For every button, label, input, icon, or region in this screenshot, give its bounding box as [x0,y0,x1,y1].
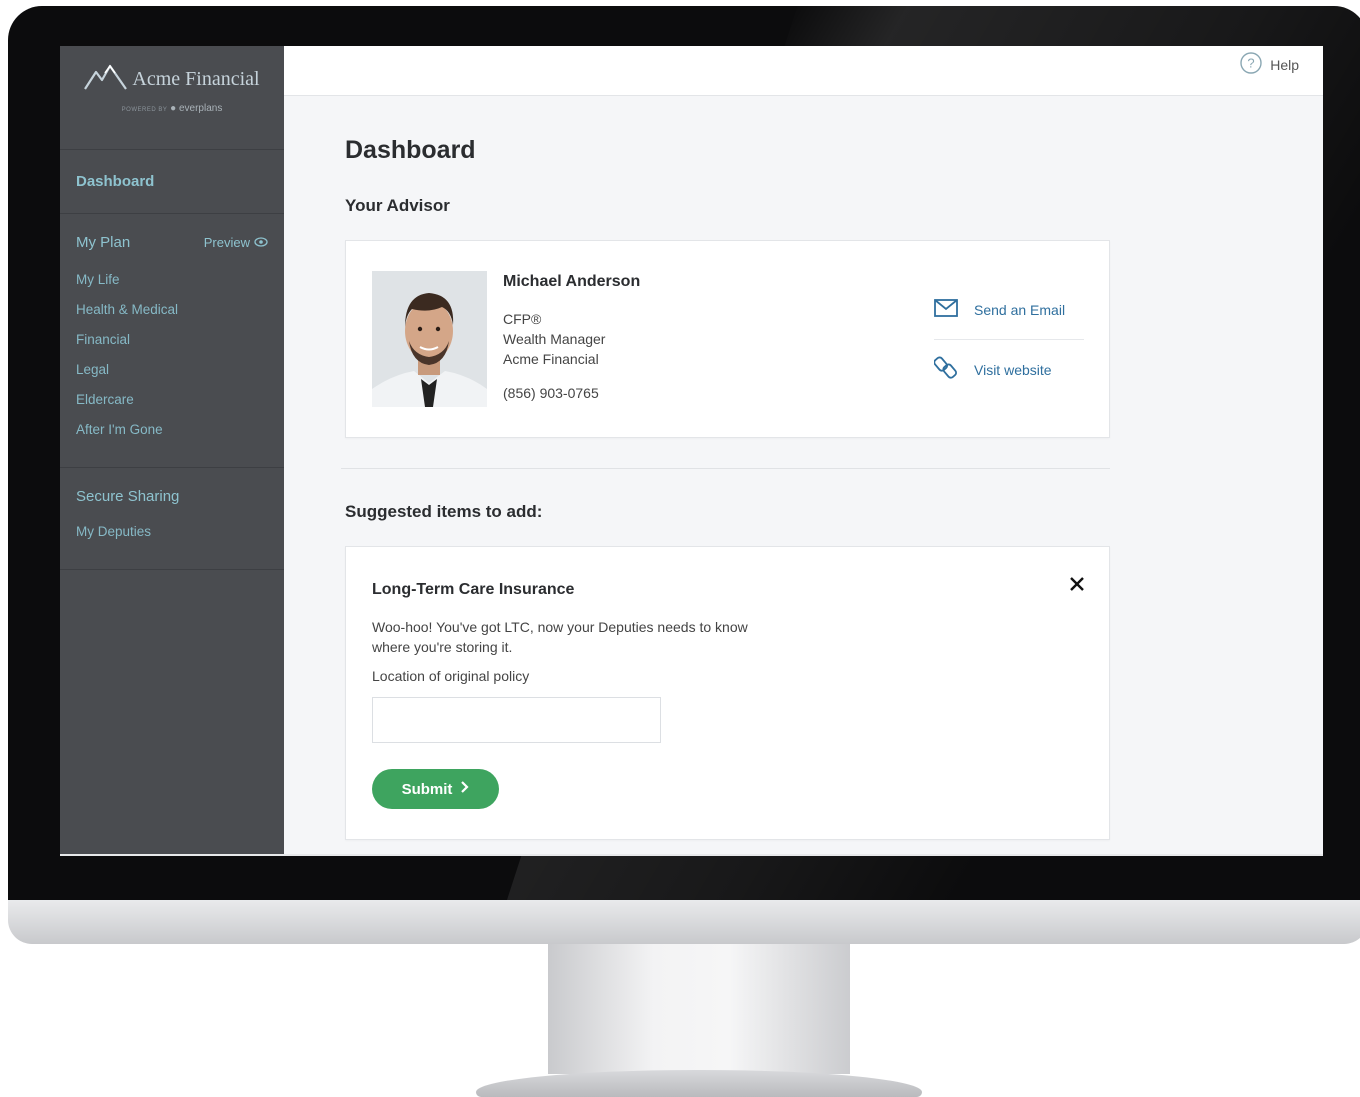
suggested-items-heading: Suggested items to add: [345,502,543,521]
sidebar-item-my-deputies[interactable]: My Deputies [76,517,268,547]
sidebar-item-health-medical[interactable]: Health & Medical [76,295,268,325]
advisor-company: Acme Financial [503,351,599,367]
monitor-chin [8,900,1360,944]
monitor-stand [548,944,850,1074]
link-chain-icon [933,355,958,384]
sharing-section: Secure Sharing My Deputies [60,468,284,570]
envelope-icon [934,299,958,320]
app-screen: Acme Financial POWERED BY ● everplans Da… [60,46,1323,854]
preview-label: Preview [203,235,250,250]
advisor-info: Michael Anderson CFP® Wealth Manager Acm… [503,273,640,401]
suggestion-card: Long-Term Care Insurance Woo-hoo! You've… [345,546,1110,840]
sidebar-item-label: Dashboard [76,173,155,190]
powered-by: POWERED BY ● everplans [60,103,284,114]
your-advisor-heading: Your Advisor [345,196,450,215]
brand-name: Acme Financial [132,68,260,90]
contact-divider [934,339,1084,340]
question-circle-icon: ? [1240,52,1262,77]
help-button[interactable]: ? Help [1240,52,1299,77]
brand-block[interactable]: Acme Financial POWERED BY ● everplans [60,46,284,150]
policy-location-label: Location of original policy [372,668,530,684]
svg-text:?: ? [1248,56,1255,71]
monitor-foot [476,1070,922,1097]
powered-by-label: POWERED BY [121,107,168,113]
screen-bottom-edge [60,854,1323,856]
send-email-label: Send an Email [974,301,1066,318]
advisor-card: Michael Anderson CFP® Wealth Manager Acm… [345,240,1110,438]
sidebar-item-eldercare[interactable]: Eldercare [76,385,268,415]
page-title: Dashboard [345,136,476,164]
partner-name: everplans [178,103,223,114]
mountain-logo-icon [84,62,128,97]
sidebar-item-secure-sharing[interactable]: Secure Sharing [76,488,268,505]
preview-link[interactable]: Preview [204,235,268,250]
section-divider [341,468,1110,469]
suggestion-title: Long-Term Care Insurance [372,581,575,598]
visit-website-label: Visit website [974,361,1052,378]
eye-icon [254,235,268,250]
advisor-name: Michael Anderson [503,273,641,290]
advisor-credential: CFP® [503,311,542,327]
advisor-photo [372,271,487,407]
close-icon[interactable] [1066,573,1088,595]
sidebar-item-dashboard[interactable]: Dashboard [60,150,284,214]
sidebar-item-legal[interactable]: Legal [76,355,268,385]
sidebar-item-after-im-gone[interactable]: After I'm Gone [76,415,268,445]
submit-label: Submit [401,780,453,798]
advisor-phone[interactable]: (856) 903-0765 [503,385,640,401]
help-label: Help [1270,56,1299,73]
everplans-logo-icon: ● [170,103,177,114]
sidebar-item-my-life[interactable]: My Life [76,265,268,295]
advisor-role: Wealth Manager [503,331,606,347]
sidebar: Acme Financial POWERED BY ● everplans Da… [60,46,284,854]
my-plan-section: My Plan Preview My Life Health & Medical… [60,214,284,468]
top-bar: ? Help [284,46,1323,96]
sidebar-item-financial[interactable]: Financial [76,325,268,355]
policy-location-input[interactable] [372,697,661,743]
submit-button[interactable]: Submit [372,769,499,809]
suggestion-description: Woo-hoo! You've got LTC, now your Deputi… [372,619,748,655]
chevron-right-icon [460,780,469,798]
sidebar-item-my-plan[interactable]: My Plan [76,234,130,251]
visit-website-link[interactable]: Visit website [933,355,1084,384]
send-email-link[interactable]: Send an Email [934,299,1084,320]
